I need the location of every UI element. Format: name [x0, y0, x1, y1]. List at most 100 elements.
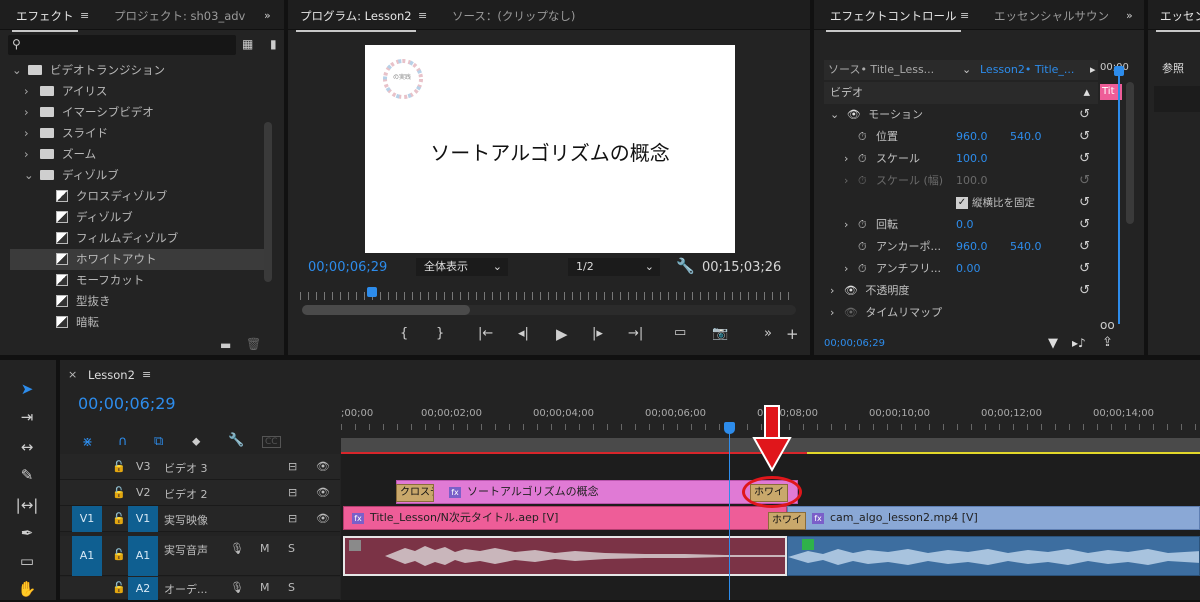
- clip-v1-title[interactable]: fx Title_Lesson/N次元タイトル.aep [V]: [343, 506, 787, 530]
- add-button-icon[interactable]: +: [786, 325, 799, 343]
- tree-item-immersive[interactable]: › イマーシブビデオ: [10, 102, 272, 123]
- tree-item-zoom[interactable]: › ズーム: [10, 144, 272, 165]
- tree-item-dissolve-folder[interactable]: ⌄ ディゾルブ: [10, 165, 272, 186]
- motion-row[interactable]: ⌄ 👁 モーション ↺: [824, 104, 1098, 126]
- rectangle-tool-icon[interactable]: ▭: [12, 552, 42, 574]
- track-id[interactable]: A1: [128, 536, 158, 576]
- solo-button[interactable]: S: [288, 542, 295, 555]
- wrench-icon[interactable]: 🔧: [228, 433, 244, 448]
- stopwatch-icon[interactable]: ⏱: [858, 214, 867, 236]
- mini-timeline-playhead[interactable]: [1118, 66, 1120, 324]
- tab-source[interactable]: ソース：(クリップなし): [452, 8, 575, 24]
- export-icon[interactable]: ⇪: [1102, 335, 1113, 350]
- collapse-up-icon[interactable]: ▴: [1083, 82, 1090, 104]
- eye-icon[interactable]: 👁: [316, 460, 330, 473]
- tree-item-dissolve[interactable]: ディゾルブ: [10, 207, 272, 228]
- clip-v2-title[interactable]: fx ソートアルゴリズムの概念: [396, 480, 798, 504]
- captions-icon[interactable]: CC: [262, 436, 281, 448]
- reset-icon[interactable]: ↺: [1079, 258, 1090, 280]
- hand-tool-icon[interactable]: ✋: [12, 580, 42, 602]
- linked-select-icon[interactable]: ⧉: [154, 434, 163, 449]
- stopwatch-icon[interactable]: ⏱: [858, 236, 867, 258]
- lock-icon[interactable]: 🔓: [112, 460, 126, 473]
- mic-icon[interactable]: 🎙: [230, 581, 244, 594]
- lock-icon[interactable]: 🔓: [112, 548, 126, 561]
- sync-icon[interactable]: ⊟: [288, 512, 297, 525]
- source-patch-v1[interactable]: V1: [72, 506, 102, 532]
- trash-icon[interactable]: 🗑: [246, 337, 261, 351]
- effects-scrollbar[interactable]: [264, 122, 272, 282]
- slip-tool-icon[interactable]: |↔|: [12, 496, 42, 518]
- camera-icon[interactable]: 📷: [712, 326, 728, 341]
- solo-button[interactable]: S: [288, 581, 295, 594]
- sync-icon[interactable]: ⊟: [288, 486, 297, 499]
- menu-icon[interactable]: ≡: [142, 368, 151, 381]
- position-y-value[interactable]: 540.0: [1010, 126, 1042, 148]
- zoom-select[interactable]: 全体表示 ⌄: [416, 258, 508, 276]
- lock-icon[interactable]: 🔓: [112, 581, 126, 594]
- play-icon[interactable]: ▶: [556, 325, 568, 343]
- track-id[interactable]: V1: [128, 506, 158, 532]
- tab-essential-sound[interactable]: エッセンシャルサウン: [994, 8, 1109, 24]
- timeline-playhead-line[interactable]: [729, 424, 730, 600]
- stopwatch-icon[interactable]: ⏱: [858, 258, 867, 280]
- mute-button[interactable]: M: [260, 581, 270, 594]
- step-forward-icon[interactable]: |▸: [592, 326, 603, 341]
- mic-icon[interactable]: 🎙: [230, 542, 244, 555]
- reset-icon[interactable]: ↺: [1079, 126, 1090, 148]
- snap-icon[interactable]: ⋇: [82, 435, 93, 450]
- ripple-edit-tool-icon[interactable]: ↔: [12, 438, 42, 460]
- lock-icon[interactable]: 🔓: [112, 512, 126, 525]
- track-id[interactable]: A2: [128, 577, 158, 600]
- new-folder-icon[interactable]: ▬: [220, 338, 231, 352]
- tree-item-iris[interactable]: › アイリス: [10, 81, 272, 102]
- timeline-timecode[interactable]: 00;00;06;29: [78, 394, 176, 413]
- opacity-row[interactable]: › 👁 不透明度 ↺: [824, 280, 1098, 302]
- tree-item-video-transitions[interactable]: ⌄ ビデオトランジション: [10, 60, 272, 81]
- razor-tool-icon[interactable]: ✎: [12, 466, 42, 488]
- mini-playhead-marker[interactable]: [1114, 66, 1124, 76]
- scale-value[interactable]: 100.0: [956, 148, 988, 170]
- tree-item-morph-cut[interactable]: モーフカット: [10, 270, 272, 291]
- eye-icon[interactable]: 👁: [316, 486, 330, 499]
- stopwatch-icon[interactable]: ⏱: [858, 148, 867, 170]
- tab-program[interactable]: プログラム: Lesson2: [296, 8, 416, 32]
- chevron-right-icon[interactable]: ›: [844, 258, 848, 280]
- mute-button[interactable]: M: [260, 542, 270, 555]
- transition-cross-dissolve[interactable]: クロスデ: [396, 484, 434, 502]
- safe-margins-icon[interactable]: ▭: [674, 325, 686, 340]
- close-icon[interactable]: ×: [68, 368, 77, 381]
- tree-item-white-out[interactable]: ホワイトアウト: [10, 249, 272, 270]
- anchor-y-value[interactable]: 540.0: [1010, 236, 1042, 258]
- overflow-chevron-icon[interactable]: »: [764, 326, 772, 341]
- reset-icon[interactable]: ↺: [1079, 280, 1090, 302]
- resolution-select[interactable]: 1/2 ⌄: [568, 258, 660, 276]
- track-select-tool-icon[interactable]: ⇥: [12, 408, 42, 430]
- browse-tab[interactable]: 参照: [1162, 60, 1184, 76]
- tree-item-dip-to-black[interactable]: 暗転: [10, 312, 272, 333]
- antiflicker-value[interactable]: 0.00: [956, 258, 981, 280]
- sequence-tab[interactable]: Lesson2: [88, 368, 135, 382]
- mark-in-icon[interactable]: {: [400, 326, 408, 341]
- effect-controls-scrollbar[interactable]: [1126, 82, 1134, 224]
- marker-icon[interactable]: ⬥: [192, 434, 200, 449]
- filter-icon[interactable]: ▼: [1048, 336, 1058, 351]
- play-audio-icon[interactable]: ▸♪: [1072, 336, 1086, 350]
- clip-a1-title-audio[interactable]: [343, 536, 787, 576]
- overflow-chevron-icon[interactable]: »: [1126, 9, 1133, 22]
- menu-icon[interactable]: ≡: [960, 9, 969, 22]
- lock-icon[interactable]: 🔓: [112, 486, 126, 499]
- timeline-playhead-marker[interactable]: [724, 422, 735, 434]
- menu-icon[interactable]: ≡: [80, 9, 89, 22]
- monitor-playhead-marker[interactable]: [367, 287, 377, 297]
- tab-essential-graphics[interactable]: エッセン: [1156, 8, 1200, 32]
- go-to-out-icon[interactable]: →|: [628, 326, 643, 341]
- tree-item-cutout[interactable]: 型抜き: [10, 291, 272, 312]
- reset-icon[interactable]: ↺: [1079, 236, 1090, 258]
- reset-icon[interactable]: ↺: [1079, 192, 1090, 214]
- program-video-frame[interactable]: の実践 ソートアルゴリズムの概念: [365, 45, 735, 253]
- zoom-scrollbar[interactable]: [302, 305, 796, 315]
- overflow-chevron-icon[interactable]: »: [264, 9, 271, 22]
- time-remap-row[interactable]: › 👁 タイムリマップ: [824, 302, 1098, 324]
- eye-icon[interactable]: 👁: [844, 284, 858, 297]
